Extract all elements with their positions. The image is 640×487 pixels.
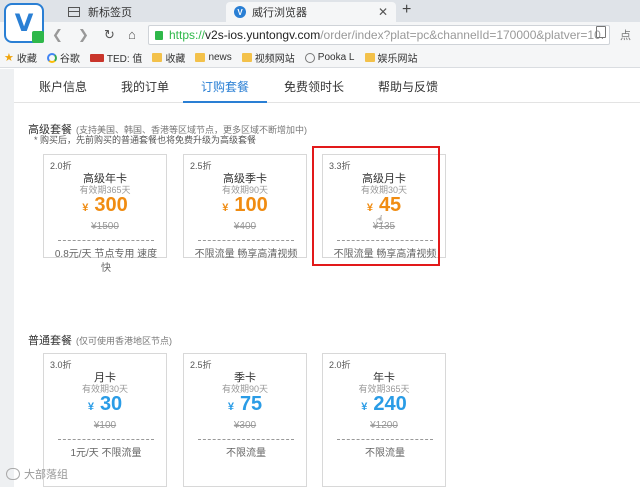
original-price: ¥100 <box>93 420 117 431</box>
tab-active[interactable]: V 威行浏览器 ✕ <box>226 2 396 22</box>
original-price: ¥1200 <box>370 420 398 431</box>
bookmark-label: news <box>208 52 232 63</box>
bookmark-label: 娱乐网站 <box>377 54 418 65</box>
card-divider <box>337 439 433 440</box>
tab-help-feedback[interactable]: 帮助与反馈 <box>366 79 450 103</box>
tab-label: 新标签页 <box>88 7 132 19</box>
home-icon[interactable]: ⌂ <box>128 27 136 42</box>
currency-symbol: ¥ <box>87 401 94 413</box>
hand-cursor-icon: ☝ <box>376 213 384 227</box>
section-note: (仅可使用香港地区节点) <box>76 336 172 346</box>
tab-my-orders[interactable]: 我的订单 <box>118 79 172 103</box>
app-logo: V <box>4 3 44 43</box>
tab-label: 威行浏览器 <box>252 7 307 19</box>
google-icon <box>46 52 57 63</box>
card-divider <box>198 439 294 440</box>
account-subnav: 账户信息 我的订单 订购套餐 免费领时长 帮助与反馈 <box>14 79 640 103</box>
plan-description: 不限流量 <box>365 448 405 459</box>
grid-icon <box>68 7 80 17</box>
plan-price: ¥240 <box>323 393 445 416</box>
plan-card-standard-quarter[interactable]: 2.5折 季卡 有效期90天 ¥75 ¥300 不限流量 <box>183 353 307 487</box>
address-toolbar: ❮ ❯ ↻ ⌂ https:// v2s-ios.yuntongv.com /o… <box>0 22 640 48</box>
original-price: ¥1500 <box>91 221 119 232</box>
original-price: ¥400 <box>233 221 257 232</box>
currency-symbol: ¥ <box>222 202 229 214</box>
toolbar-right-text[interactable]: 点 <box>620 27 631 43</box>
watermark-text: 大部落组 <box>24 469 68 481</box>
bookmark-folder-favorites[interactable]: 收藏 <box>152 50 185 65</box>
page-menu-icon[interactable] <box>596 26 606 38</box>
bookmark-label: 收藏 <box>165 54 186 65</box>
card-divider <box>58 439 154 440</box>
price-value: 100 <box>234 194 268 216</box>
section-title-text: 普通套餐 <box>28 335 72 347</box>
bookmark-folder-news[interactable]: news <box>195 52 232 63</box>
pooka-icon <box>304 52 315 63</box>
currency-symbol: ¥ <box>82 202 89 214</box>
card-divider <box>58 240 154 241</box>
tab-account-info[interactable]: 账户信息 <box>36 79 90 103</box>
close-icon[interactable]: ✕ <box>378 5 388 19</box>
price-value: 240 <box>373 393 407 415</box>
star-icon: ★ <box>4 52 14 64</box>
bookmark-label: Pooka L <box>317 52 355 63</box>
bookmark-pooka[interactable]: Pooka L <box>304 52 355 63</box>
bookmark-label: 收藏 <box>16 54 37 65</box>
plan-description: 0.8元/天 节点专用 速度快 <box>54 249 158 274</box>
selection-highlight <box>312 146 440 266</box>
plan-price: ¥75 <box>184 393 306 416</box>
plan-price: ¥100 <box>184 194 306 217</box>
tab-free-time[interactable]: 免费领时长 <box>279 79 349 103</box>
watermark-icon <box>6 468 20 480</box>
ted-icon <box>89 53 104 62</box>
folder-icon <box>195 53 206 62</box>
price-value: 300 <box>94 194 128 216</box>
v-logo-icon: V <box>234 6 246 18</box>
url-scheme: https:// <box>169 28 206 42</box>
lock-icon <box>155 30 163 40</box>
bookmark-folder-entertainment[interactable]: 娱乐网站 <box>364 50 418 65</box>
bookmarks-bar: ★ 收藏 谷歌 TED: 值 收藏 news 视频网站 Pooka L 娱乐网站 <box>0 48 640 68</box>
plan-description: 不限流量 <box>226 448 266 459</box>
tab-order-plans[interactable]: 订购套餐 <box>183 79 267 103</box>
bookmark-favorites[interactable]: ★ 收藏 <box>4 50 37 65</box>
plan-price: ¥30 <box>44 393 166 416</box>
new-tab-button[interactable]: + <box>402 1 411 19</box>
forward-icon[interactable]: ❯ <box>78 27 89 43</box>
plan-price: ¥300 <box>44 194 166 217</box>
currency-symbol: ¥ <box>361 401 368 413</box>
bookmark-ted[interactable]: TED: 值 <box>89 50 143 65</box>
premium-upgrade-tip: * 购买后，先前购买的普通套餐也将免费升级为高级套餐 <box>34 135 257 145</box>
browser-tab-bar: 新标签页 V 威行浏览器 ✕ + <box>0 0 640 22</box>
reload-icon[interactable]: ↻ <box>104 27 115 43</box>
currency-symbol: ¥ <box>227 401 234 413</box>
address-bar[interactable]: https:// v2s-ios.yuntongv.com /order/ind… <box>148 25 610 45</box>
watermark: 大部落组 <box>6 466 68 482</box>
folder-icon <box>152 53 163 62</box>
v-logo-icon: V <box>14 9 34 37</box>
plan-card-premium-year[interactable]: 2.0折 高级年卡 有效期365天 ¥300 ¥1500 0.8元/天 节点专用… <box>43 154 167 274</box>
back-icon[interactable]: ❮ <box>52 27 63 43</box>
bookmark-label: TED: 值 <box>106 54 143 65</box>
folder-icon <box>364 53 375 62</box>
folder-icon <box>241 53 252 62</box>
bookmark-label: 谷歌 <box>59 54 80 65</box>
plan-card-standard-year[interactable]: 2.0折 年卡 有效期365天 ¥240 ¥1200 不限流量 <box>322 353 446 487</box>
plan-description: 不限流量 畅享高清视频 <box>194 249 298 260</box>
lock-badge-icon <box>32 31 44 43</box>
plan-description: 1元/天 不限流量 <box>70 448 142 459</box>
price-value: 30 <box>99 393 123 415</box>
bookmark-label: 视频网站 <box>254 54 295 65</box>
standard-section-title: 普通套餐 (仅可使用香港地区节点) <box>28 332 172 348</box>
price-value: 75 <box>239 393 263 415</box>
plan-card-premium-quarter[interactable]: 2.5折 高级季卡 有效期90天 ¥100 ¥400 不限流量 畅享高清视频 <box>183 154 307 260</box>
original-price: ¥300 <box>233 420 257 431</box>
tab-new-tab[interactable]: 新标签页 <box>60 2 224 22</box>
bookmark-google[interactable]: 谷歌 <box>46 50 80 65</box>
card-divider <box>198 240 294 241</box>
url-path: /order/index?plat=pc&channelId=170000&pl… <box>320 28 605 42</box>
bookmark-folder-video[interactable]: 视频网站 <box>241 50 295 65</box>
url-host: v2s-ios.yuntongv.com <box>205 28 321 42</box>
